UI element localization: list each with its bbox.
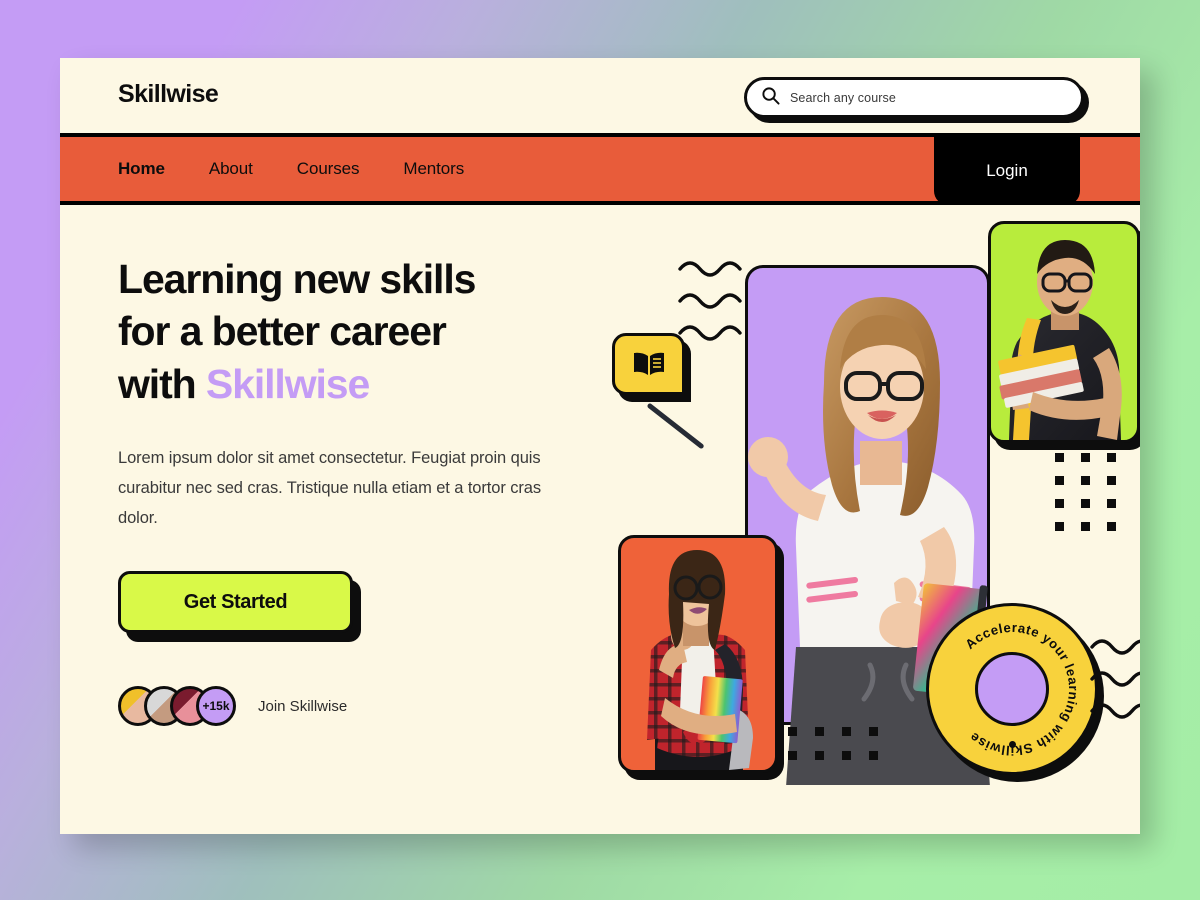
search-box[interactable] [744,77,1084,118]
svg-text:Accelerate your learning with: Accelerate your learning with Skillwise [962,620,1081,758]
nav-item-home[interactable]: Home [118,159,165,179]
headline-line-3: with Skillwise [118,358,588,410]
headline-brand-accent: Skillwise [205,360,370,407]
main-navigation: Home About Courses Mentors Login [60,137,1140,205]
get-started-button[interactable]: Get Started [118,571,353,634]
hero-section: Learning new skills for a better career … [60,205,1140,830]
search-icon [761,86,780,110]
hero-collage: Accelerate your learning with Skillwise [550,205,1140,830]
wavy-lines-icon [1090,635,1140,732]
accelerate-learning-badge: Accelerate your learning with Skillwise [926,603,1098,775]
wavy-lines-icon [678,257,750,354]
search-input[interactable] [790,90,1040,105]
dot-grid-right [1055,453,1119,538]
social-proof: +15k Join Skillwise [118,686,588,727]
top-bar: Skillwise [60,58,1140,137]
hero-copy: Learning new skills for a better career … [118,253,588,727]
site-card: Skillwise Home About Courses Mentors Log… [60,58,1140,834]
badge-text: Accelerate your learning with Skillwise [962,620,1080,758]
search-bar[interactable] [744,77,1089,123]
headline-line-2: for a better career [118,308,447,355]
nav-links: Home About Courses Mentors [118,159,464,179]
nav-item-about[interactable]: About [209,159,253,179]
headline-line-1: Learning new skills [118,256,476,302]
hero-paragraph: Lorem ipsum dolor sit amet consectetur. … [118,449,541,528]
dot-grid-bottom [788,727,878,767]
join-label: Join Skillwise [258,697,348,715]
open-book-icon [612,333,685,395]
avatar-count-badge: +15k [196,686,236,727]
get-started-wrapper: Get Started [118,571,361,643]
headline-prefix: with [118,360,206,407]
hero-headline: Learning new skills for a better career … [118,253,588,410]
badge-text-ring: Accelerate your learning with Skillwise [962,620,1081,758]
nav-item-mentors[interactable]: Mentors [403,159,464,179]
avatar-group: +15k [118,686,236,727]
nav-item-courses[interactable]: Courses [297,159,360,179]
student-woman-thinking-photo [618,535,778,773]
pointer-stick [646,402,705,450]
student-man-books-photo [988,221,1140,443]
login-button[interactable]: Login [934,137,1080,205]
brand-logo[interactable]: Skillwise [118,80,219,109]
